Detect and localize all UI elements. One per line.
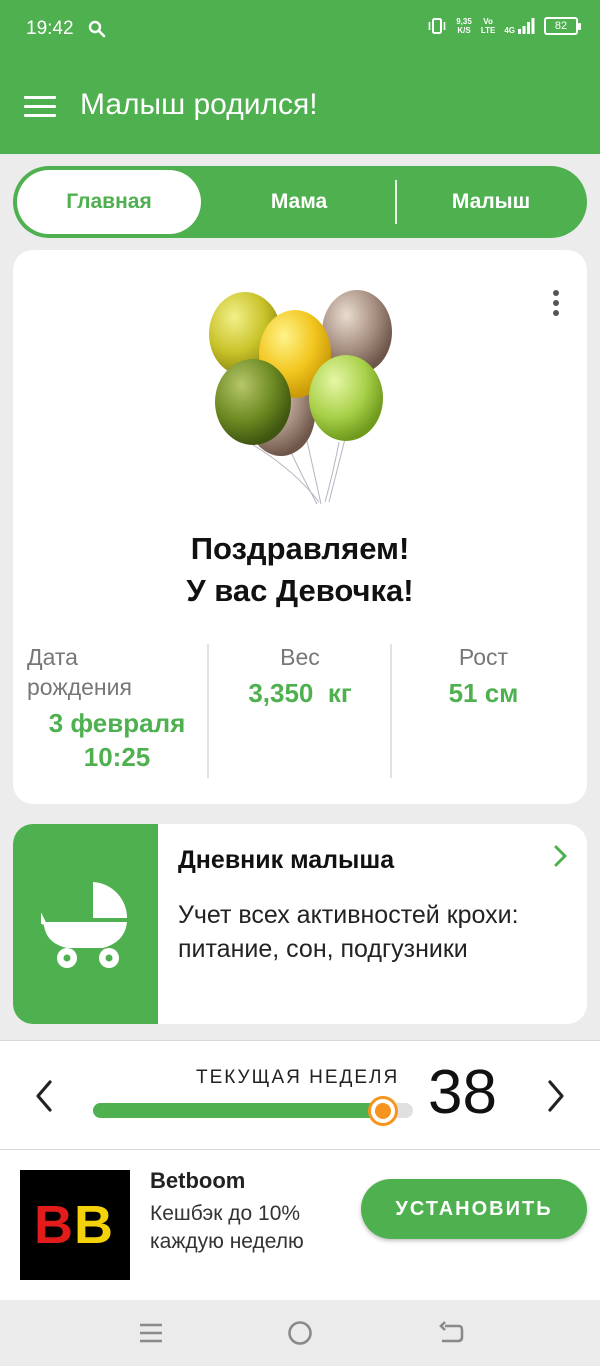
- week-slider-thumb[interactable]: [370, 1099, 395, 1123]
- tab-divider: [395, 180, 397, 224]
- network-speed: 9,35 K/S: [456, 17, 472, 35]
- ad-logo-letter-yellow: B: [74, 1195, 113, 1255]
- diary-icon-box: [13, 824, 158, 1024]
- ad-logo: B B: [20, 1170, 130, 1280]
- tab-mother[interactable]: Мама: [213, 166, 385, 238]
- congratulations-heading: Поздравляем! У вас Девочка!: [186, 531, 414, 608]
- birth-date-value: 3 февраля: [48, 708, 186, 738]
- system-nav-bar: [0, 1300, 600, 1366]
- birth-card: Поздравляем! У вас Девочка! Дата рождени…: [13, 250, 587, 804]
- week-progress-slider[interactable]: [93, 1099, 413, 1123]
- current-week-number: 38: [428, 1058, 497, 1127]
- recents-icon[interactable]: [136, 1318, 166, 1348]
- volte-indicator: Vo LTE: [480, 17, 496, 35]
- chevron-right-icon[interactable]: [546, 1079, 566, 1113]
- status-icons: 9,35 K/S Vo LTE 4G 82: [427, 16, 581, 36]
- home-icon[interactable]: [285, 1318, 315, 1348]
- baby-diary-card[interactable]: Дневник малыша Учет всех активностей кро…: [13, 824, 587, 1024]
- weight-value: 3,350 кг: [248, 678, 352, 708]
- ad-app-name: Betboom: [150, 1168, 246, 1193]
- search-icon: [88, 20, 106, 38]
- vibrate-icon: [428, 18, 446, 34]
- back-icon[interactable]: [436, 1318, 466, 1348]
- page-title: Малыш родился!: [80, 88, 318, 121]
- signal-icon: 4G: [504, 17, 535, 35]
- status-bar: 19:42 9,35 K/S Vo LTE 4G 82: [0, 0, 600, 60]
- app-bar: Малыш родился!: [0, 60, 600, 154]
- current-week-bar: ТЕКУЩАЯ НЕДЕЛЯ 38: [0, 1040, 600, 1150]
- ad-banner[interactable]: B B Betboom Кешбэк до 10% каждую неделю …: [0, 1150, 600, 1300]
- current-week-label: ТЕКУЩАЯ НЕДЕЛЯ: [196, 1067, 400, 1088]
- stroller-icon: [41, 882, 128, 968]
- status-time: 19:42: [26, 18, 74, 39]
- balloons-image: [209, 290, 392, 505]
- tab-bar: Главная Мама Малыш: [13, 166, 587, 238]
- chevron-left-icon[interactable]: [34, 1079, 54, 1113]
- week-progress-fill: [93, 1103, 383, 1118]
- ad-logo-letter-red: B: [34, 1195, 73, 1255]
- birth-date-stat: Дата рождения 3 февраля 10:25: [27, 642, 207, 778]
- install-button[interactable]: УСТАНОВИТЬ: [361, 1179, 587, 1239]
- battery-icon: 82: [544, 17, 581, 35]
- menu-icon[interactable]: [24, 96, 56, 118]
- height-value: 51 см: [448, 678, 519, 708]
- birth-time-value: 10:25: [83, 742, 151, 772]
- birth-stats: Дата рождения 3 февраля 10:25 Вес 3,350 …: [13, 642, 587, 778]
- ad-description: Кешбэк до 10% каждую неделю: [150, 1202, 304, 1253]
- tab-main[interactable]: Главная: [17, 170, 201, 234]
- tab-baby[interactable]: Малыш: [399, 166, 583, 238]
- diary-title: Дневник малыша: [178, 846, 395, 874]
- chevron-right-icon[interactable]: [553, 844, 569, 868]
- height-stat: Рост 51 см: [392, 642, 575, 778]
- diary-description: Учет всех активностей крохи: питание, со…: [178, 901, 519, 963]
- weight-stat: Вес 3,350 кг: [209, 642, 391, 778]
- more-vert-icon[interactable]: [551, 290, 561, 318]
